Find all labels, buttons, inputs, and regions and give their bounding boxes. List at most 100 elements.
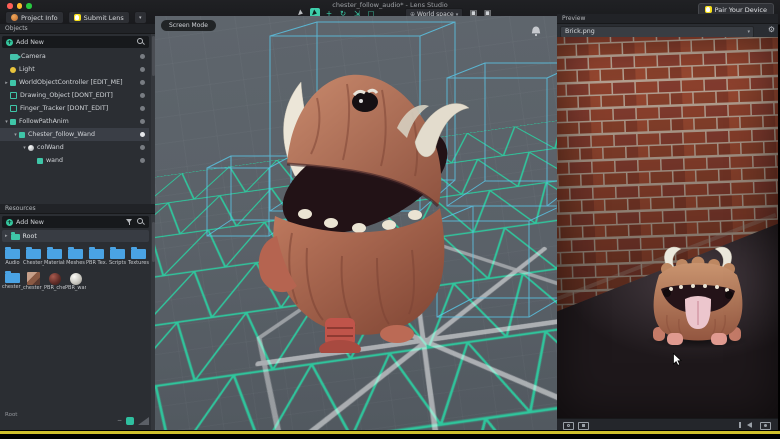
visibility-toggle[interactable]: [140, 106, 145, 111]
object-label: Light: [19, 66, 135, 73]
preview-settings-gear-icon[interactable]: ⚙: [768, 24, 775, 36]
thumbnail-size-button[interactable]: [126, 417, 134, 425]
add-new-label: Add New: [16, 219, 123, 226]
object-label: wand: [46, 157, 135, 164]
filter-icon[interactable]: [126, 218, 134, 226]
folder-icon: [26, 249, 41, 259]
folder-label: Scripts: [107, 260, 128, 266]
file-item-pbr-wand-material[interactable]: PBR_ward: [65, 270, 86, 291]
minimize-window-button[interactable]: [17, 3, 23, 9]
screen-mode-label: Screen Mode: [169, 22, 208, 29]
chevron-down-icon: ▾: [139, 15, 142, 21]
folder-icon: [89, 249, 104, 259]
file-item-chester-folder[interactable]: chester_...: [2, 270, 23, 291]
disclosure-arrow[interactable]: ▸: [3, 80, 10, 86]
object-label: Chester_follow_Wand: [28, 131, 135, 138]
plus-icon: +: [6, 219, 13, 226]
zoom-window-button[interactable]: [26, 3, 32, 9]
chevron-down-icon: ▾: [747, 29, 753, 35]
folder-item-chester[interactable]: Chester_...: [23, 246, 44, 266]
scene-object-icon: [10, 92, 17, 99]
object-row-colwand[interactable]: ▾ colWand: [0, 141, 149, 154]
thumbnail-size-slider[interactable]: [138, 417, 149, 425]
snapshot-icon[interactable]: [578, 422, 589, 430]
project-thumbnail-icon: [11, 14, 18, 21]
background-source-label: Brick.png: [561, 28, 747, 35]
folder-item-textures[interactable]: Textures: [128, 246, 149, 266]
folder-label: Audio: [2, 260, 23, 266]
webcam-preview-icon[interactable]: [563, 422, 574, 430]
object-row-wand[interactable]: wand: [0, 154, 149, 167]
file-item-chester-image[interactable]: chester_...: [23, 270, 44, 291]
file-label: chester_...: [2, 284, 23, 290]
chester-preview-model: [637, 241, 759, 351]
folder-item-scripts[interactable]: Scripts: [107, 246, 128, 266]
disclosure-arrow[interactable]: ▾: [3, 119, 10, 125]
file-item-pbr-chester-material[interactable]: PBR_che...: [44, 270, 65, 291]
search-icon[interactable]: [137, 218, 145, 226]
preview-background-dropdown[interactable]: Brick.png ▾: [560, 26, 754, 38]
object-label: Camera: [21, 53, 135, 60]
object-row-followpathanim[interactable]: ▾ FollowPathAnim: [0, 115, 149, 128]
folder-item-meshes[interactable]: Meshes: [65, 246, 86, 266]
preview-viewport[interactable]: [557, 37, 778, 418]
folder-icon: [5, 273, 20, 283]
visibility-toggle[interactable]: [140, 158, 145, 163]
snapchat-ghost-icon: [74, 14, 81, 21]
submit-lens-button[interactable]: Submit Lens: [68, 11, 130, 24]
scene-object-icon: [10, 80, 16, 86]
close-window-button[interactable]: [7, 3, 13, 9]
objects-add-new-button[interactable]: + Add New: [2, 36, 149, 48]
object-row-camera[interactable]: Camera: [0, 50, 149, 63]
scene-object-icon: [37, 158, 43, 164]
folder-item-materials[interactable]: Materials: [44, 246, 65, 266]
resources-add-new-button[interactable]: + Add New: [2, 216, 149, 228]
project-info-button[interactable]: Project Info: [5, 11, 64, 24]
add-new-label: Add New: [16, 39, 134, 46]
material-sphere-icon: [49, 273, 61, 285]
disclosure-arrow[interactable]: ▾: [21, 145, 28, 151]
visibility-toggle[interactable]: [140, 93, 145, 98]
light-icon: [10, 67, 16, 73]
objects-panel-title: Objects: [0, 24, 155, 34]
object-row-light[interactable]: Light: [0, 63, 149, 76]
object-row-chester-follow-wand[interactable]: ▾ Chester_follow_Wand: [0, 128, 149, 141]
root-folder-label: Root: [23, 233, 37, 240]
file-label: PBR_che...: [44, 285, 65, 291]
visibility-toggle[interactable]: [140, 119, 145, 124]
object-row-drawing-object[interactable]: Drawing_Object [DONT_EDIT]: [0, 89, 149, 102]
audio-icon[interactable]: [747, 422, 752, 428]
resources-root-folder-row[interactable]: ▸ Root: [2, 230, 149, 242]
folder-item-pbr-textures[interactable]: PBR Tex...: [86, 246, 107, 266]
object-row-worldobjectcontroller[interactable]: ▸ WorldObjectController [EDIT_ME]: [0, 76, 149, 89]
disclosure-arrow[interactable]: ▾: [12, 132, 19, 138]
macos-traffic-lights: [7, 3, 32, 9]
object-label: FollowPathAnim: [19, 118, 135, 125]
folder-item-audio[interactable]: Audio: [2, 246, 23, 266]
scene-object-icon: [19, 132, 25, 138]
resources-panel: Resources + Add New ▸ Root Audio Chester…: [0, 204, 155, 430]
screen-mode-button[interactable]: Screen Mode: [161, 20, 216, 31]
search-icon[interactable]: [137, 38, 145, 46]
notification-bell-icon[interactable]: [531, 26, 541, 37]
resources-panel-title: Resources: [0, 204, 155, 214]
mesh-sphere-icon: [28, 145, 34, 151]
file-label: chester_...: [23, 285, 44, 291]
object-label: Drawing_Object [DONT_EDIT]: [20, 92, 135, 99]
visibility-toggle[interactable]: [140, 67, 145, 72]
visibility-toggle[interactable]: [140, 54, 145, 59]
visibility-toggle[interactable]: [140, 132, 145, 137]
visibility-toggle[interactable]: [140, 80, 145, 85]
object-row-finger-tracker[interactable]: Finger_Tracker [DONT_EDIT]: [0, 102, 149, 115]
camera-icon: [10, 54, 18, 60]
submit-lens-dropdown-button[interactable]: ▾: [134, 11, 147, 24]
mouse-cursor: [673, 353, 682, 366]
zoom-out-icon[interactable]: −: [117, 417, 122, 425]
visibility-toggle[interactable]: [140, 145, 145, 150]
file-label: PBR_ward: [65, 285, 86, 291]
send-to-device-icon[interactable]: [760, 422, 771, 430]
disclosure-arrow[interactable]: ▸: [5, 233, 8, 239]
submit-lens-label: Submit Lens: [84, 14, 124, 22]
snapchat-ghost-icon: [705, 6, 712, 13]
scene-viewport[interactable]: Screen Mode: [155, 16, 557, 430]
